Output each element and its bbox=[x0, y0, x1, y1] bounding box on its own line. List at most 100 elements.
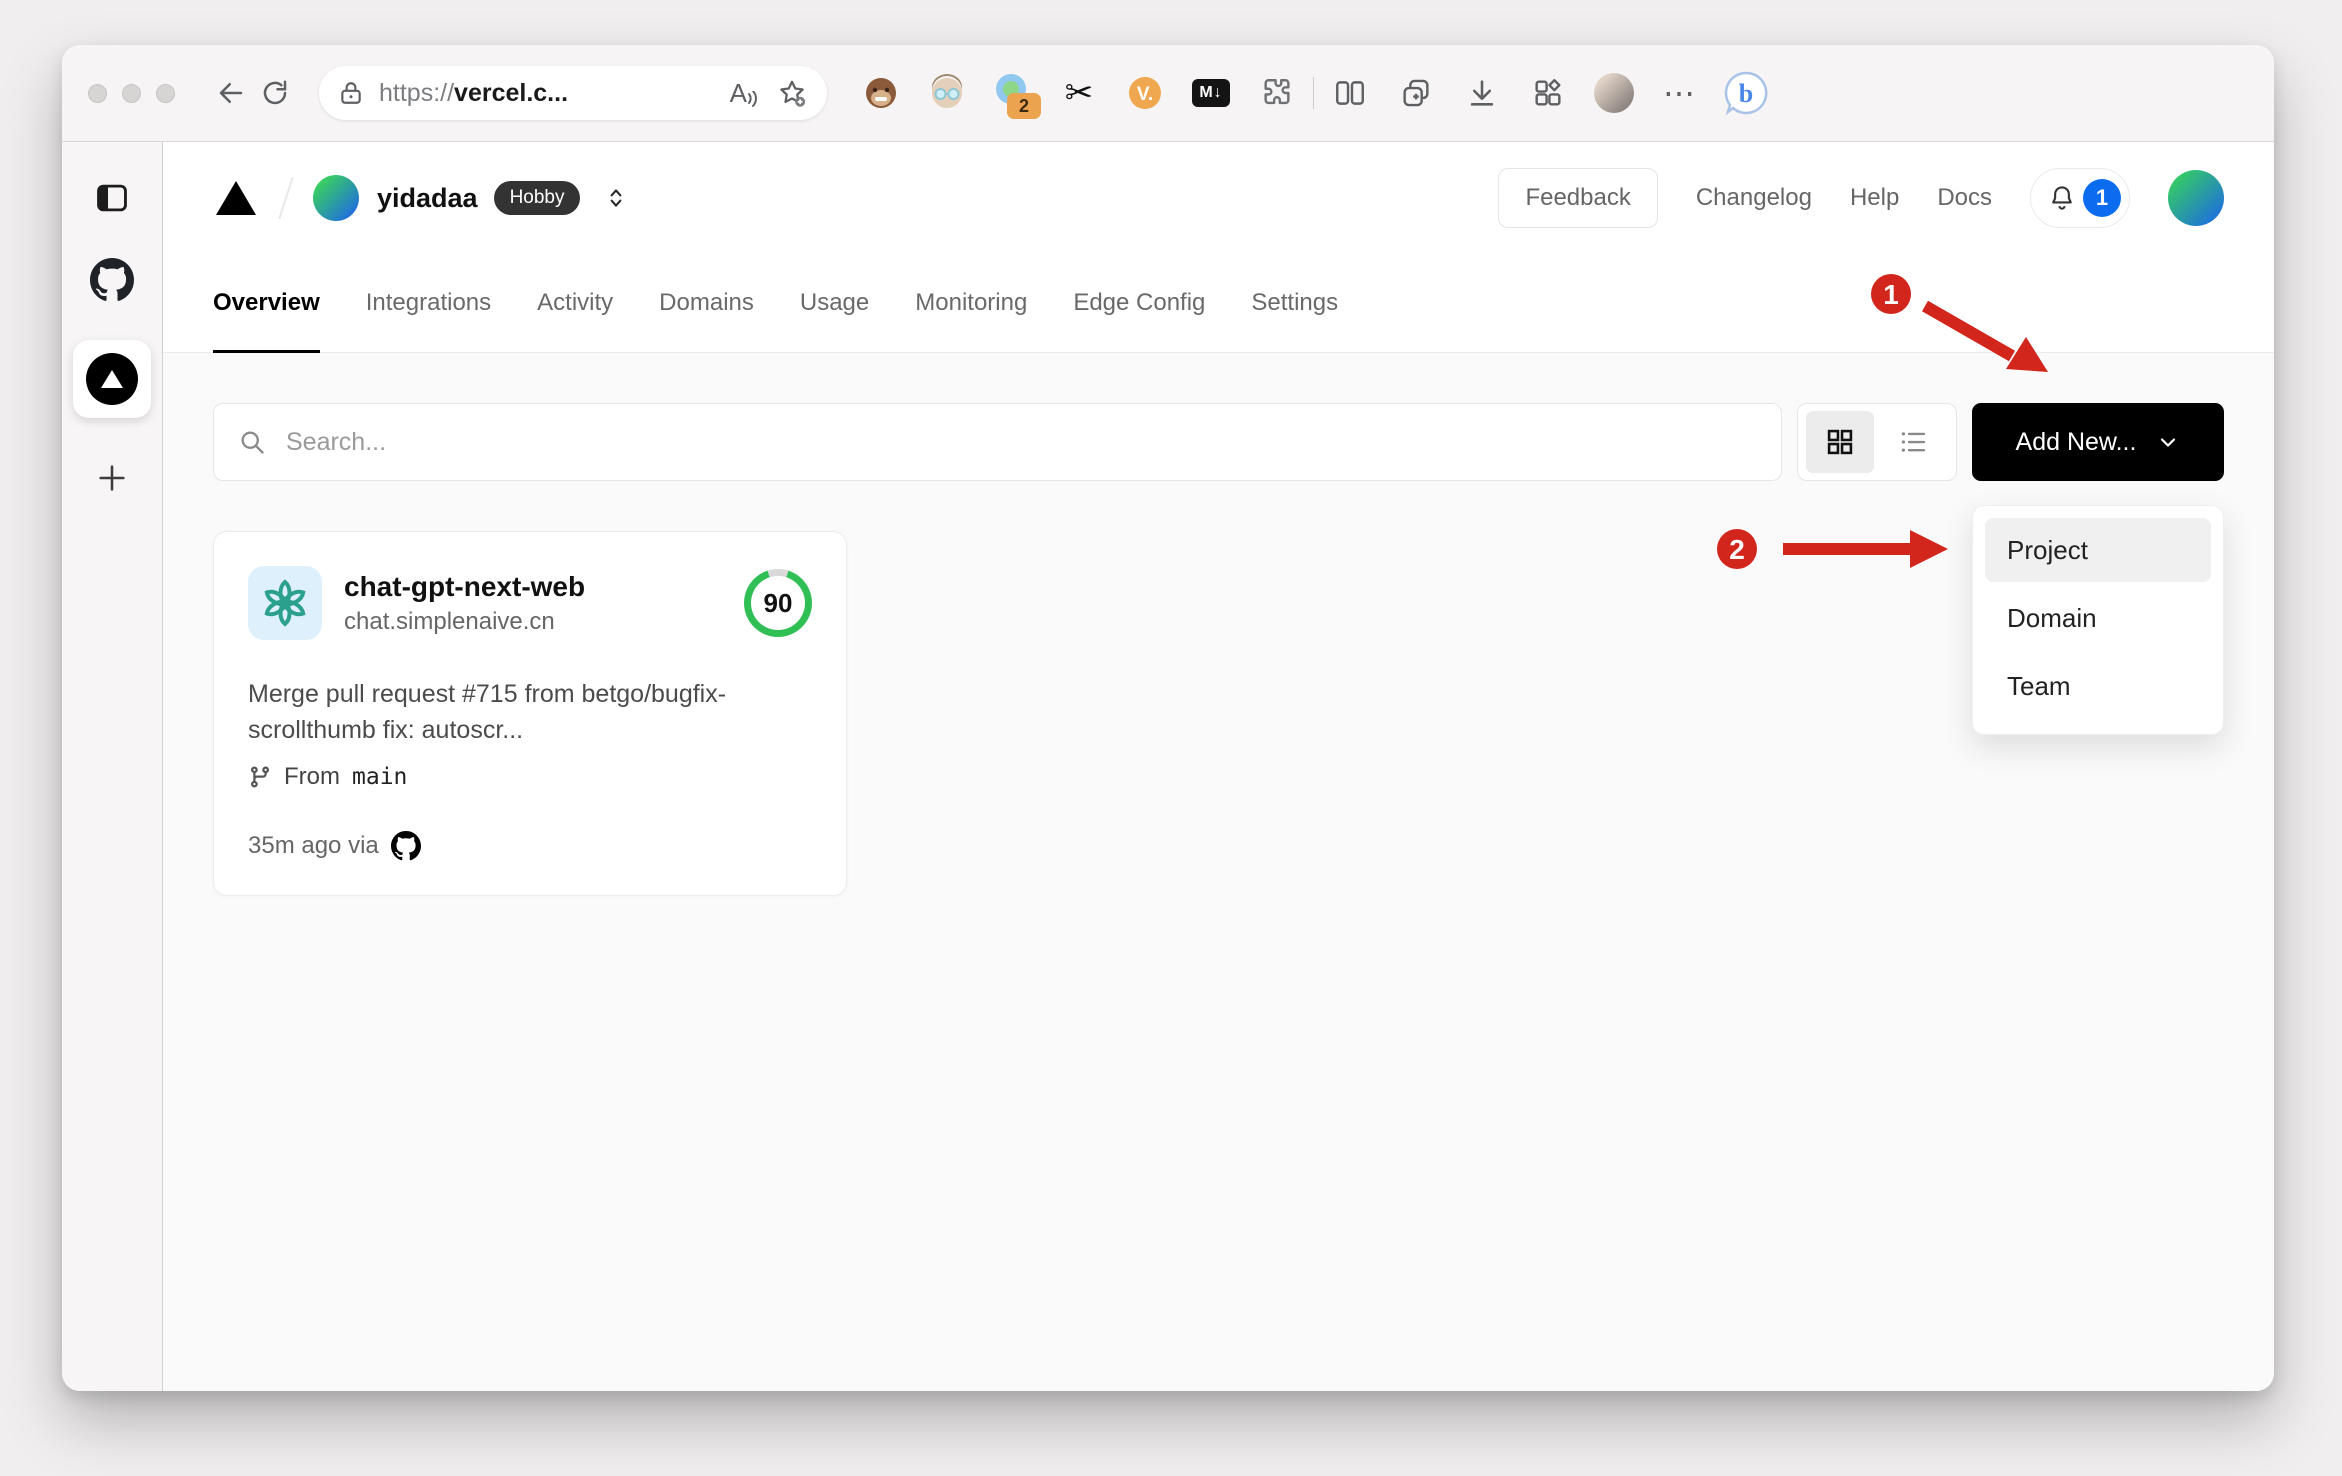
notifications-button[interactable]: 1 bbox=[2030, 168, 2130, 228]
tampermonkey-icon[interactable] bbox=[855, 67, 907, 119]
browser-toolbar: https://vercel.c... A 2 ✂ V. M↓ ⋯ b bbox=[62, 45, 2274, 142]
nav-link-help[interactable]: Help bbox=[1850, 184, 1899, 212]
refresh-icon[interactable] bbox=[253, 71, 297, 115]
nav-link-docs[interactable]: Docs bbox=[1937, 184, 1992, 212]
tab-usage[interactable]: Usage bbox=[800, 254, 869, 352]
feedback-button[interactable]: Feedback bbox=[1498, 168, 1658, 228]
team-switcher-icon[interactable] bbox=[594, 176, 638, 220]
tab-settings[interactable]: Settings bbox=[1251, 254, 1338, 352]
url-protocol: https:// bbox=[379, 78, 455, 107]
lock-icon[interactable] bbox=[337, 71, 365, 115]
chevron-down-icon bbox=[2161, 438, 2176, 447]
vercel-header: yidadaa Hobby Feedback Changelog Help Do… bbox=[163, 142, 2274, 254]
split-screen-icon[interactable] bbox=[1324, 67, 1376, 119]
git-branch-icon bbox=[250, 766, 269, 788]
deploy-time: 35m ago via bbox=[248, 831, 379, 859]
branch-row: From main bbox=[248, 763, 812, 791]
project-card-header: chat-gpt-next-web chat.simplenaive.cn 90 bbox=[248, 566, 812, 640]
vercel-tab-active[interactable] bbox=[73, 340, 151, 418]
extension-badge: 2 bbox=[1007, 93, 1041, 119]
more-menu-icon[interactable]: ⋯ bbox=[1654, 67, 1706, 119]
dropdown-item-team[interactable]: Team bbox=[1985, 654, 2211, 718]
bing-chat-icon[interactable]: b bbox=[1720, 67, 1772, 119]
address-bar[interactable]: https://vercel.c... A bbox=[319, 66, 827, 120]
pinned-site-icon[interactable]: 2 bbox=[987, 67, 1041, 119]
list-view-icon bbox=[1901, 432, 1926, 452]
close-window-button[interactable] bbox=[88, 83, 107, 103]
browser-window: https://vercel.c... A 2 ✂ V. M↓ ⋯ b yida… bbox=[62, 45, 2274, 1391]
downloads-icon[interactable] bbox=[1456, 67, 1508, 119]
view-toggle bbox=[1797, 403, 1957, 481]
vercel-page: yidadaa Hobby Feedback Changelog Help Do… bbox=[163, 142, 2274, 1391]
controls-row: Add New... bbox=[213, 403, 2224, 481]
svg-text:b: b bbox=[1739, 79, 1753, 108]
vercel-logo[interactable] bbox=[213, 177, 259, 219]
from-label: From bbox=[284, 762, 340, 790]
toolbar-divider bbox=[1313, 77, 1314, 109]
add-new-button[interactable]: Add New... bbox=[1972, 403, 2224, 481]
github-tab-icon[interactable] bbox=[90, 258, 134, 302]
profile-photo bbox=[1594, 73, 1634, 113]
scissors-extension-icon[interactable]: ✂ bbox=[1053, 67, 1105, 119]
projects-content: Add New... chat-gpt-ne bbox=[163, 353, 2274, 1391]
tab-domains[interactable]: Domains bbox=[659, 254, 754, 352]
extensions-puzzle-icon[interactable] bbox=[1251, 67, 1303, 119]
project-domain[interactable]: chat.simplenaive.cn bbox=[344, 606, 585, 637]
new-tab-icon[interactable] bbox=[90, 456, 134, 500]
svg-text:V.: V. bbox=[1137, 84, 1153, 105]
minimize-window-button[interactable] bbox=[122, 83, 141, 103]
add-new-dropdown: Project Domain Team bbox=[1972, 505, 2224, 735]
traffic-lights bbox=[88, 83, 175, 103]
toggle-sidebar-icon[interactable] bbox=[90, 176, 134, 220]
commit-message[interactable]: Merge pull request #715 from betgo/bugfi… bbox=[248, 676, 788, 749]
favorite-star-icon[interactable] bbox=[775, 71, 809, 115]
github-icon bbox=[390, 830, 421, 860]
vertical-tabs-sidebar bbox=[62, 142, 163, 1391]
branch-name[interactable]: main bbox=[352, 764, 407, 790]
search-input[interactable] bbox=[284, 426, 1757, 458]
add-new-label: Add New... bbox=[2015, 427, 2137, 456]
window-body: yidadaa Hobby Feedback Changelog Help Do… bbox=[62, 142, 2274, 1391]
project-card[interactable]: chat-gpt-next-web chat.simplenaive.cn 90… bbox=[213, 531, 847, 896]
url-text[interactable]: https://vercel.c... bbox=[379, 79, 716, 108]
tab-integrations[interactable]: Integrations bbox=[366, 254, 491, 352]
project-name[interactable]: chat-gpt-next-web bbox=[344, 569, 585, 605]
user-avatar[interactable] bbox=[2168, 170, 2224, 226]
avatar-extension-icon[interactable] bbox=[921, 67, 973, 119]
markdown-extension-icon[interactable]: M↓ bbox=[1185, 67, 1237, 119]
collections-icon[interactable] bbox=[1390, 67, 1442, 119]
tab-monitoring[interactable]: Monitoring bbox=[915, 254, 1027, 352]
dropdown-item-project[interactable]: Project bbox=[1985, 518, 2211, 582]
screenshot-stage: https://vercel.c... A 2 ✂ V. M↓ ⋯ b yida… bbox=[0, 0, 2342, 1476]
profile-avatar[interactable] bbox=[1588, 67, 1640, 119]
search-box[interactable] bbox=[213, 403, 1782, 481]
nav-link-changelog[interactable]: Changelog bbox=[1696, 184, 1812, 212]
extensions-group: 2 ✂ V. M↓ bbox=[855, 67, 1303, 119]
search-icon bbox=[241, 431, 264, 454]
list-view-button[interactable] bbox=[1880, 411, 1948, 473]
score-ring[interactable]: 90 bbox=[744, 569, 812, 637]
read-aloud-icon[interactable]: A bbox=[730, 78, 761, 109]
team-name[interactable]: yidadaa bbox=[377, 183, 478, 214]
back-icon[interactable] bbox=[209, 71, 253, 115]
dropdown-item-domain[interactable]: Domain bbox=[1985, 586, 2211, 650]
vercel-favicon bbox=[86, 353, 138, 405]
v-extension-icon[interactable]: V. bbox=[1119, 67, 1171, 119]
project-favicon bbox=[248, 566, 322, 640]
tab-edge-config[interactable]: Edge Config bbox=[1073, 254, 1205, 352]
zoom-window-button[interactable] bbox=[156, 83, 175, 103]
browser-essentials-icon[interactable] bbox=[1522, 67, 1574, 119]
plan-badge: Hobby bbox=[493, 181, 581, 215]
tab-overview[interactable]: Overview bbox=[213, 254, 320, 353]
breadcrumb-slash bbox=[278, 176, 294, 220]
project-titles: chat-gpt-next-web chat.simplenaive.cn bbox=[344, 569, 585, 637]
tab-activity[interactable]: Activity bbox=[537, 254, 613, 352]
vercel-tab-bar: Overview Integrations Activity Domains U… bbox=[163, 254, 2274, 353]
grid-view-icon bbox=[1827, 429, 1853, 455]
bell-icon bbox=[2052, 186, 2072, 210]
team-avatar[interactable] bbox=[313, 175, 359, 221]
deploy-meta: 35m ago via bbox=[248, 830, 812, 861]
grid-view-button[interactable] bbox=[1806, 411, 1874, 473]
notification-badge: 1 bbox=[2083, 179, 2121, 217]
toolbar-right-group: ⋯ b bbox=[1324, 67, 1772, 119]
